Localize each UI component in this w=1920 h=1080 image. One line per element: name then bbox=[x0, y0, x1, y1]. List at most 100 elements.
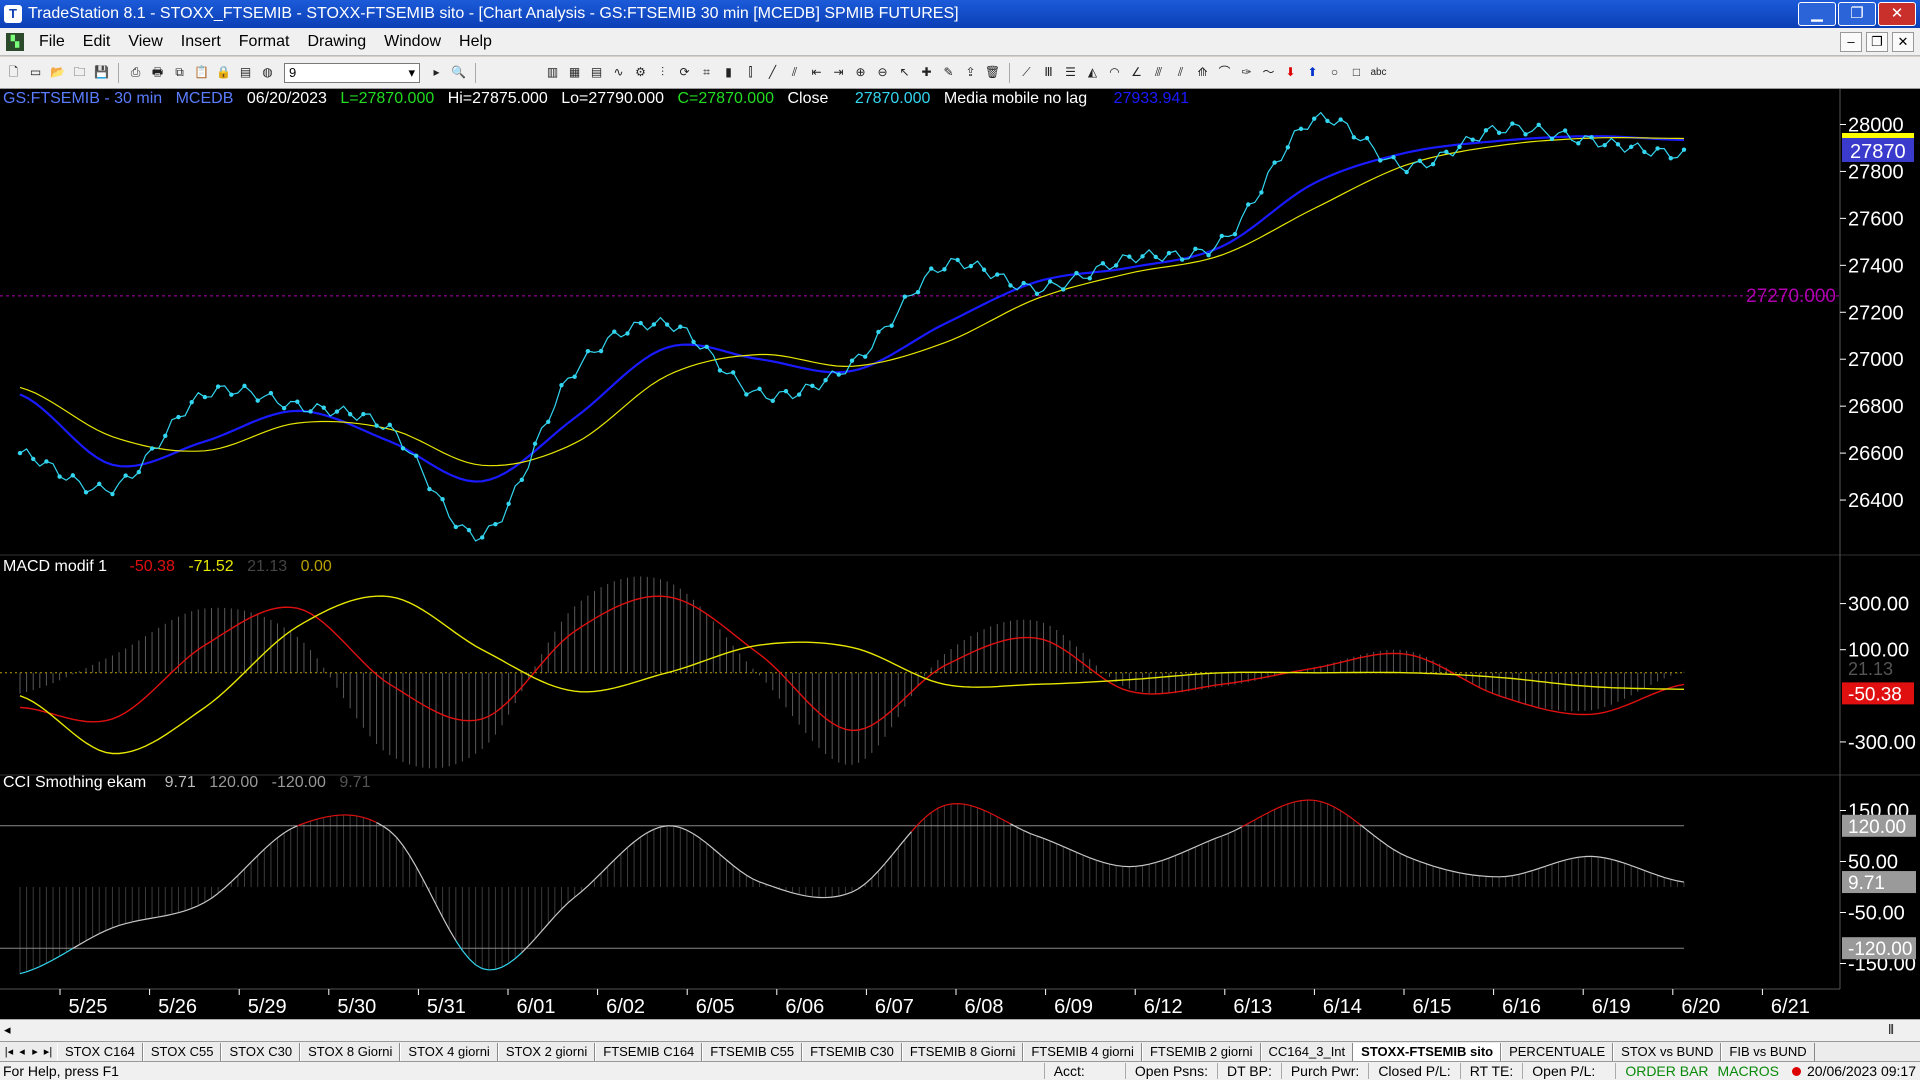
export-icon[interactable]: ⇪ bbox=[961, 63, 980, 82]
order-bar-field[interactable]: ORDER BAR bbox=[1615, 1063, 1717, 1079]
cci-line-segment bbox=[1261, 812, 1269, 817]
sheet-tab[interactable]: FTSEMIB 2 giorni bbox=[1141, 1042, 1261, 1061]
sheet-tab[interactable]: STOX C164 bbox=[57, 1042, 143, 1061]
arrow-up-icon[interactable]: ⬆ bbox=[1303, 63, 1322, 82]
sheet-tab[interactable]: FIB vs BUND bbox=[1721, 1042, 1815, 1061]
freehand-icon[interactable]: 〜 bbox=[1259, 63, 1278, 82]
child-close-icon[interactable]: ✕ bbox=[1892, 31, 1914, 52]
format-data-icon[interactable]: ▦ bbox=[565, 63, 584, 82]
channel-icon[interactable]: ⫽ bbox=[1171, 63, 1190, 82]
text-icon[interactable]: abc bbox=[1369, 63, 1388, 82]
tab-prev-icon[interactable]: ◂ bbox=[16, 1045, 28, 1058]
new-window-icon[interactable]: ▭ bbox=[26, 63, 45, 82]
pen-icon[interactable]: ✑ bbox=[1237, 63, 1256, 82]
pointer-icon[interactable]: ↖ bbox=[895, 63, 914, 82]
arc-icon[interactable]: ◠ bbox=[1105, 63, 1124, 82]
speed-line-icon[interactable]: ⟰ bbox=[1193, 63, 1212, 82]
zoom-out-icon[interactable]: ⊖ bbox=[873, 63, 892, 82]
sheet-tab[interactable]: FTSEMIB C55 bbox=[702, 1042, 803, 1061]
close-button[interactable]: ✕ bbox=[1878, 2, 1916, 26]
find-icon[interactable]: 🔍 bbox=[449, 63, 468, 82]
candle-icon[interactable]: ⫿ bbox=[741, 63, 760, 82]
tools-icon[interactable]: ✎ bbox=[939, 63, 958, 82]
sheet-tab[interactable]: PERCENTUALE bbox=[1501, 1042, 1614, 1061]
minimize-button[interactable]: ▁ bbox=[1798, 2, 1836, 26]
macros-field[interactable]: MACROS bbox=[1718, 1063, 1788, 1079]
bar-chart-icon[interactable]: ▮ bbox=[719, 63, 738, 82]
ohlc-icon[interactable]: ⫽ bbox=[785, 63, 804, 82]
open-icon[interactable]: 📂 bbox=[48, 63, 67, 82]
cross-icon[interactable]: ✚ bbox=[917, 63, 936, 82]
open-workspace-icon[interactable]: 🗀 bbox=[70, 63, 89, 82]
tab-last-icon[interactable]: ▸| bbox=[42, 1045, 54, 1058]
indicator-icon[interactable]: ∿ bbox=[609, 63, 628, 82]
expand-icon[interactable]: ⇥ bbox=[829, 63, 848, 82]
tab-first-icon[interactable]: |◂ bbox=[3, 1045, 15, 1058]
circle-icon[interactable]: ○ bbox=[1325, 63, 1344, 82]
chart-window-icon[interactable]: ▚ bbox=[6, 32, 24, 51]
horizontal-line-icon[interactable]: ☰ bbox=[1061, 63, 1080, 82]
tab-next-icon[interactable]: ▸ bbox=[29, 1045, 41, 1058]
sheet-tab[interactable]: FTSEMIB C164 bbox=[595, 1042, 703, 1061]
globe-icon[interactable]: ◍ bbox=[258, 63, 277, 82]
strategy-icon[interactable]: ⚙ bbox=[631, 63, 650, 82]
scroll-thumb-icon[interactable]: ⦀ bbox=[1888, 1022, 1894, 1038]
lock-icon[interactable]: 🔒 bbox=[214, 63, 233, 82]
format-bars-icon[interactable]: ▥ bbox=[543, 63, 562, 82]
sheet-tab[interactable]: STOX 4 giorni bbox=[400, 1042, 498, 1061]
table-icon[interactable]: ▤ bbox=[587, 63, 606, 82]
sheet-tab[interactable]: FTSEMIB C30 bbox=[802, 1042, 902, 1061]
sheet-tab[interactable]: FTSEMIB 8 Giorni bbox=[901, 1042, 1024, 1061]
scroll-left-icon[interactable]: ◂ bbox=[4, 1022, 11, 1038]
close-price-dot bbox=[1602, 143, 1607, 148]
interval-select[interactable]: 9 bbox=[284, 62, 420, 83]
compress-icon[interactable]: ⇤ bbox=[807, 63, 826, 82]
sheet-tab[interactable]: STOX C30 bbox=[221, 1042, 301, 1061]
sheet-tab[interactable]: FTSEMIB 4 giorni bbox=[1023, 1042, 1142, 1061]
menu-file[interactable]: File bbox=[30, 33, 74, 51]
arrow-down-icon[interactable]: ⬇ bbox=[1281, 63, 1300, 82]
menu-help[interactable]: Help bbox=[450, 33, 501, 51]
cci-line-segment bbox=[257, 848, 265, 856]
sheet-tab[interactable]: CC164_3_Int bbox=[1260, 1042, 1354, 1061]
zoom-in-icon[interactable]: ⊕ bbox=[851, 63, 870, 82]
play-icon[interactable]: ▸ bbox=[427, 63, 446, 82]
sheet-tab[interactable]: STOX 8 Giorni bbox=[300, 1042, 401, 1061]
child-restore-icon[interactable]: ❐ bbox=[1866, 31, 1888, 52]
save-icon[interactable]: 💾 bbox=[92, 63, 111, 82]
menu-view[interactable]: View bbox=[119, 33, 171, 51]
fib-icon[interactable]: Ⅲ bbox=[1039, 63, 1058, 82]
new-icon[interactable]: 🗋 bbox=[4, 63, 23, 82]
gann-icon[interactable]: ◭ bbox=[1083, 63, 1102, 82]
chart-canvas[interactable]: 27270.0002800027800276002740027200270002… bbox=[0, 89, 1920, 1019]
chart-icon[interactable]: ⫶ bbox=[653, 63, 672, 82]
menu-insert[interactable]: Insert bbox=[172, 33, 230, 51]
cycle-icon[interactable]: ⌒ bbox=[1215, 63, 1234, 82]
horizontal-scrollbar[interactable]: ◂ ⦀ bbox=[0, 1019, 1920, 1041]
line-icon[interactable]: ╱ bbox=[763, 63, 782, 82]
scan-icon[interactable]: ⌗ bbox=[697, 63, 716, 82]
refresh-icon[interactable]: ⟳ bbox=[675, 63, 694, 82]
close-price-dot bbox=[876, 329, 881, 335]
copy-icon[interactable]: ⧉ bbox=[170, 63, 189, 82]
clipboard-icon[interactable]: ▤ bbox=[236, 63, 255, 82]
menu-drawing[interactable]: Drawing bbox=[298, 33, 375, 51]
trash-icon[interactable]: 🗑 bbox=[983, 63, 1002, 82]
child-minimize-icon[interactable]: – bbox=[1840, 31, 1862, 52]
menu-window[interactable]: Window bbox=[375, 33, 450, 51]
maximize-button[interactable]: ❐ bbox=[1838, 2, 1876, 26]
print-icon[interactable]: ⎙ bbox=[126, 63, 145, 82]
menu-edit[interactable]: Edit bbox=[74, 33, 120, 51]
sheet-tab[interactable]: STOX vs BUND bbox=[1613, 1042, 1722, 1061]
sheet-tab[interactable]: STOX C55 bbox=[142, 1042, 222, 1061]
andrews-icon[interactable]: ⫻ bbox=[1149, 63, 1168, 82]
sheet-tab[interactable]: STOXX-FTSEMIB sito bbox=[1353, 1042, 1502, 1061]
chart-area[interactable]: 27270.000 28000 27800 27600 27400 27200 27000 2… bbox=[0, 89, 1920, 1019]
print-preview-icon[interactable]: 🖶 bbox=[148, 63, 167, 82]
rectangle-icon[interactable]: □ bbox=[1347, 63, 1366, 82]
angle-icon[interactable]: ∠ bbox=[1127, 63, 1146, 82]
menu-format[interactable]: Format bbox=[230, 33, 299, 51]
trendline-icon[interactable]: ⟋ bbox=[1017, 63, 1036, 82]
paste-icon[interactable]: 📋 bbox=[192, 63, 211, 82]
sheet-tab[interactable]: STOX 2 giorni bbox=[497, 1042, 596, 1061]
